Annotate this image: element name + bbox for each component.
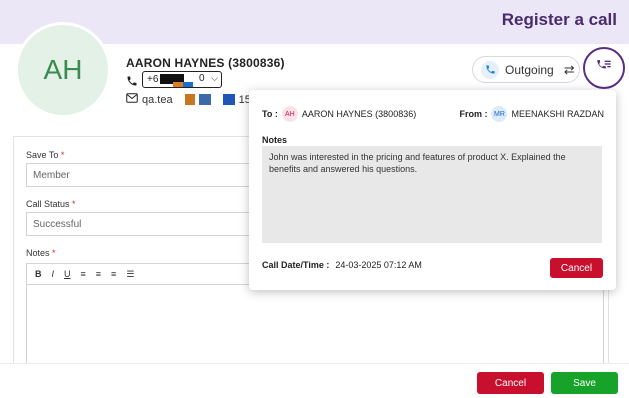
phone-select[interactable]: +6 0 ⌵	[142, 71, 222, 88]
call-status-label: Call Status *	[26, 199, 76, 209]
popover-to: To : AH AARON HAYNES (3800836)	[262, 106, 416, 122]
to-avatar: AH	[281, 106, 298, 122]
call-status-select[interactable]: Successful	[26, 212, 256, 236]
redaction-mark	[184, 94, 195, 105]
incoming-call-icon	[481, 60, 499, 79]
date-label: Call Date/Time :	[262, 260, 330, 270]
contact-name: AARON HAYNES (3800836)	[126, 56, 285, 70]
to-name: AARON HAYNES (3800836)	[301, 109, 417, 119]
underline-button[interactable]: U	[64, 269, 71, 279]
from-name: MEENAKSHI RAZDAN	[511, 109, 604, 119]
popover-notes-text: John was interested in the pricing and f…	[262, 146, 602, 243]
save-to-select[interactable]: Member	[26, 163, 256, 187]
notes-editor[interactable]	[26, 284, 604, 364]
save-button[interactable]: Save	[551, 372, 618, 394]
notes-label: Notes *	[26, 248, 56, 258]
save-to-label: Save To *	[26, 150, 65, 160]
redaction-mark	[198, 94, 211, 105]
redaction-mark	[183, 82, 193, 87]
swap-icon: ⇄	[563, 61, 575, 77]
from-label: From :	[459, 109, 488, 119]
chevron-down-icon: ⌵	[211, 73, 218, 83]
direction-label: Outgoing	[505, 62, 554, 77]
phone-suffix: 0	[199, 73, 205, 84]
call-direction-toggle[interactable]: Outgoing ⇄	[472, 56, 580, 83]
redaction-mark	[222, 94, 235, 105]
cancel-button[interactable]: Cancel	[477, 372, 544, 394]
popover-date: Call Date/Time : 24-03-2025 07:12 AM	[262, 260, 422, 270]
from-avatar: MR	[491, 106, 508, 122]
italic-button[interactable]: I	[52, 269, 55, 279]
date-value: 24-03-2025 07:12 AM	[335, 260, 422, 270]
phone-prefix: +6	[147, 74, 159, 85]
call-details-popover: To : AH AARON HAYNES (3800836) From : MR…	[249, 90, 616, 290]
email-start: qa.tea	[142, 93, 173, 106]
contact-avatar: AH	[15, 22, 111, 118]
call-log-button[interactable]	[583, 47, 625, 89]
email-row: qa.tea 158@	[126, 93, 268, 106]
phone-icon	[126, 74, 138, 86]
popover-from: From : MR MEENAKSHI RAZDAN	[459, 106, 604, 122]
align-right-button[interactable]: ≡	[111, 269, 116, 279]
phone-row: +6 0 ⌵	[126, 71, 222, 88]
to-label: To :	[262, 109, 278, 119]
popover-notes-title: Notes	[262, 135, 288, 145]
bold-button[interactable]: B	[35, 269, 42, 279]
popover-cancel-button[interactable]: Cancel	[550, 258, 603, 278]
align-left-button[interactable]: ≡	[81, 269, 86, 279]
redaction-mark	[173, 82, 183, 87]
align-center-button[interactable]: ≡	[96, 269, 101, 279]
mail-icon	[126, 93, 138, 106]
call-log-icon	[596, 58, 612, 79]
bullet-list-button[interactable]: ☰	[126, 269, 134, 280]
page-title: Register a call	[501, 10, 617, 29]
